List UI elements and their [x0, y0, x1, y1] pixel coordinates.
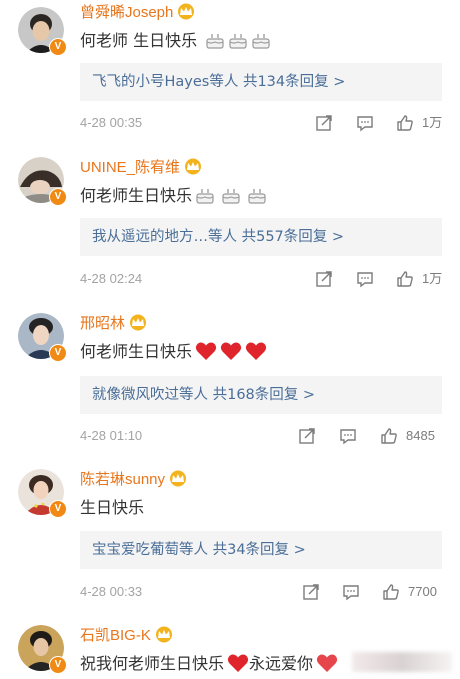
avatar[interactable]: V	[18, 157, 67, 206]
commenter-name[interactable]: 邢昭林	[80, 313, 148, 335]
heart-icon	[245, 342, 267, 360]
verified-badge-icon: V	[49, 344, 67, 362]
crown-icon	[130, 314, 147, 331]
crown-icon	[155, 626, 172, 643]
comment-text: 何老师 生日快乐	[80, 29, 271, 53]
comment-text: 生日快乐	[80, 498, 145, 517]
comment-time: 4-28 00:35	[80, 115, 143, 130]
avatar[interactable]: V	[18, 313, 67, 362]
crown-icon	[185, 158, 202, 175]
cake-icon	[229, 34, 247, 49]
comment-icon[interactable]	[339, 427, 357, 445]
comment-time: 4-28 00:33	[80, 584, 143, 599]
crown-icon	[170, 470, 187, 487]
avatar[interactable]: V	[18, 625, 67, 674]
cake-icon	[206, 34, 224, 49]
comment-icon[interactable]	[342, 583, 360, 601]
commenter-name[interactable]: 曾舜晞Joseph	[80, 2, 196, 24]
comment-text: 何老师生日快乐	[80, 340, 267, 364]
commenter-name[interactable]: 石凯BIG-K	[80, 625, 174, 647]
crown-icon	[178, 3, 195, 20]
replies-link[interactable]: 飞飞的小号Hayes等人 共134条回复 >	[80, 63, 442, 101]
verified-badge-icon: V	[49, 500, 67, 518]
like-count: 8485	[406, 428, 435, 443]
heart-icon	[227, 654, 249, 672]
cake-icon	[248, 189, 266, 204]
comment-meta: 4-28 01:10 8485	[80, 425, 446, 447]
comment-text: 何老师生日快乐	[80, 184, 267, 208]
share-icon[interactable]	[315, 114, 333, 132]
comment-meta: 4-28 02:24 1万	[80, 268, 446, 290]
share-icon[interactable]	[298, 427, 316, 445]
comment-icon[interactable]	[356, 270, 374, 288]
like-icon[interactable]	[396, 114, 414, 132]
commenter-name[interactable]: 陈若琳sunny	[80, 469, 188, 491]
comment-time: 4-28 02:24	[80, 271, 143, 286]
comment-meta: 4-28 00:33 7700	[80, 581, 446, 603]
watermark-blur	[352, 652, 452, 672]
replies-link[interactable]: 就像微风吹过等人 共168条回复 >	[80, 376, 442, 414]
verified-badge-icon: V	[49, 656, 67, 674]
comment-list: V 曾舜晞Joseph 何老师 生日快乐 飞飞的小号Hayes等人 共134条回…	[0, 0, 460, 679]
share-icon[interactable]	[302, 583, 320, 601]
cake-icon	[252, 34, 270, 49]
like-count: 1万	[422, 115, 443, 130]
like-icon[interactable]	[382, 583, 400, 601]
replies-preview[interactable]: 我从遥远的地方…等人 共557条回复 >	[80, 218, 442, 256]
comment-meta: 4-28 00:35 1万	[80, 112, 446, 134]
replies-preview[interactable]: 飞飞的小号Hayes等人 共134条回复 >	[80, 63, 442, 101]
comment-icon[interactable]	[356, 114, 374, 132]
verified-badge-icon: V	[49, 188, 67, 206]
replies-preview[interactable]: 宝宝爱吃葡萄等人 共34条回复 >	[80, 531, 442, 569]
heart-icon	[316, 654, 338, 672]
replies-link[interactable]: 我从遥远的地方…等人 共557条回复 >	[80, 218, 442, 256]
heart-icon	[195, 342, 217, 360]
like-icon[interactable]	[380, 427, 398, 445]
comment-time: 4-28 01:10	[80, 428, 143, 443]
commenter-name[interactable]: UNINE_陈宥维	[80, 157, 203, 179]
avatar[interactable]: V	[18, 469, 67, 518]
avatar[interactable]: V	[18, 7, 67, 56]
like-count: 1万	[422, 271, 443, 286]
replies-link[interactable]: 宝宝爱吃葡萄等人 共34条回复 >	[80, 531, 442, 569]
cake-icon	[222, 189, 240, 204]
like-count: 7700	[408, 584, 437, 599]
share-icon[interactable]	[315, 270, 333, 288]
verified-badge-icon: V	[49, 38, 67, 56]
comment-text: 祝我何老师生日快乐 永远爱你	[80, 652, 338, 676]
heart-icon	[220, 342, 242, 360]
like-icon[interactable]	[396, 270, 414, 288]
replies-preview[interactable]: 就像微风吹过等人 共168条回复 >	[80, 376, 442, 414]
cake-icon	[196, 189, 214, 204]
